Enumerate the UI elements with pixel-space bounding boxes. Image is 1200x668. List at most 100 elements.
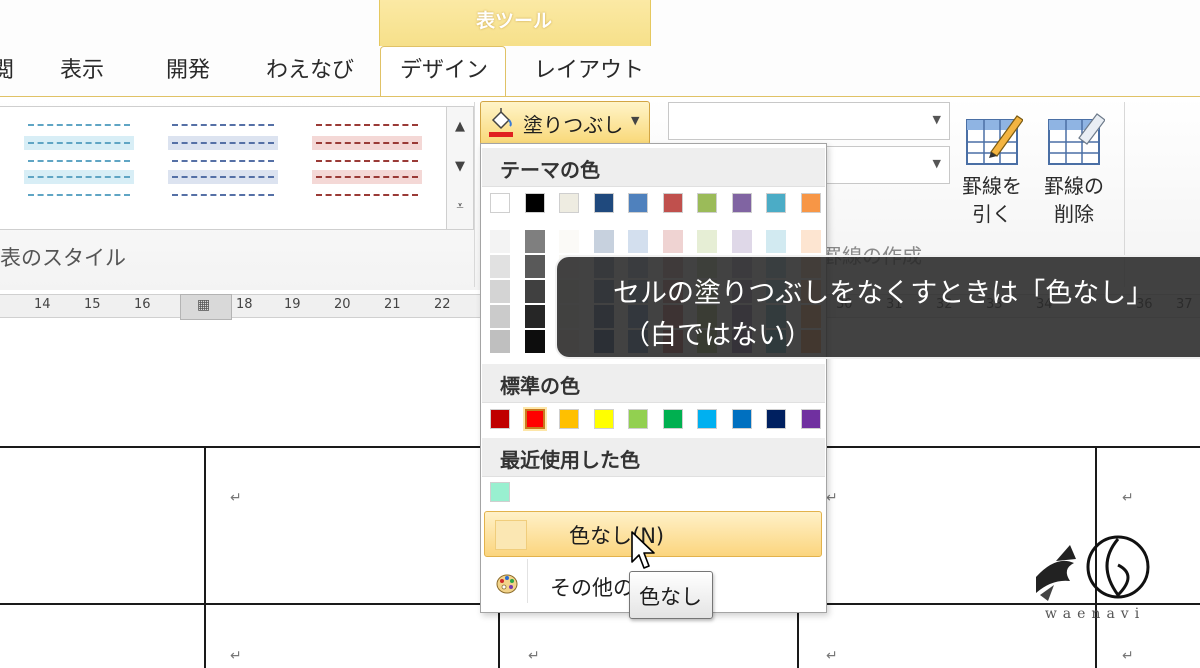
standard-color-swatch[interactable] bbox=[766, 409, 786, 429]
paragraph-mark-icon: ↵ bbox=[230, 648, 242, 664]
gallery-scroll-column: ▲ ▼ ⩡ bbox=[446, 106, 474, 230]
theme-color-shade-swatch[interactable] bbox=[662, 230, 683, 253]
eraser-icon bbox=[1048, 113, 1106, 165]
theme-color-shade-swatch[interactable] bbox=[490, 330, 510, 353]
tab-design[interactable]: デザイン bbox=[400, 54, 488, 88]
gallery-scroll-down-icon[interactable]: ▼ bbox=[447, 147, 473, 187]
theme-color-shade-swatch[interactable] bbox=[524, 280, 545, 303]
table-style-thumbnail-blue[interactable] bbox=[24, 120, 134, 206]
theme-color-swatch[interactable] bbox=[800, 193, 821, 213]
theme-color-shade-swatch[interactable] bbox=[593, 230, 614, 253]
theme-color-swatch[interactable] bbox=[559, 193, 579, 213]
table-border-line bbox=[204, 446, 206, 668]
tab-layout[interactable]: レイアウト bbox=[534, 54, 644, 88]
table-style-thumbnail-red[interactable] bbox=[312, 120, 422, 206]
theme-color-shade-swatch[interactable] bbox=[524, 305, 545, 328]
theme-color-swatch[interactable] bbox=[490, 193, 510, 213]
table-style-thumbnail-navy[interactable] bbox=[168, 120, 278, 206]
standard-color-swatch[interactable] bbox=[800, 409, 821, 429]
ruler-tick: 15 bbox=[84, 297, 101, 312]
erase-borders-button[interactable]: 罫線の 削除 bbox=[1038, 108, 1110, 228]
pen-style-combo[interactable]: ▼ bbox=[668, 102, 950, 140]
chevron-down-icon: ▼ bbox=[631, 114, 640, 127]
standard-color-swatch[interactable] bbox=[559, 409, 579, 429]
theme-color-swatch[interactable] bbox=[593, 193, 614, 213]
theme-color-shade-swatch[interactable] bbox=[559, 230, 579, 253]
ruler-tick: 18 bbox=[236, 297, 253, 312]
tab-developer[interactable]: 開発 bbox=[166, 54, 210, 88]
theme-color-shade-swatch[interactable] bbox=[524, 330, 545, 353]
subtitle-line-2: （白ではない） bbox=[623, 320, 812, 351]
palette-icon bbox=[496, 574, 518, 594]
theme-color-swatch[interactable] bbox=[731, 193, 752, 213]
theme-color-shade-swatch[interactable] bbox=[628, 230, 648, 253]
theme-color-shade-swatch[interactable] bbox=[731, 230, 752, 253]
paint-bucket-icon bbox=[489, 108, 513, 137]
theme-color-swatch[interactable] bbox=[524, 193, 545, 213]
tooltip-text: 色なし bbox=[639, 585, 702, 609]
ruler-tick: 19 bbox=[284, 297, 301, 312]
standard-color-swatch[interactable] bbox=[731, 409, 752, 429]
ruler-tick: 16 bbox=[134, 297, 151, 312]
theme-color-shade-swatch[interactable] bbox=[697, 230, 717, 253]
tab-view[interactable]: 表示 bbox=[60, 54, 104, 88]
standard-color-swatch[interactable] bbox=[490, 409, 510, 429]
recent-color-swatch[interactable] bbox=[490, 482, 510, 502]
ruler-tick: 22 bbox=[434, 297, 451, 312]
subtitle-caption: セルの塗りつぶしをなくすときは「色なし」 （白ではない） bbox=[555, 255, 1200, 359]
gallery-scroll-up-icon[interactable]: ▲ bbox=[447, 107, 473, 147]
standard-color-swatch[interactable] bbox=[593, 409, 614, 429]
theme-color-shade-swatch[interactable] bbox=[490, 230, 510, 253]
tooltip: 色なし bbox=[629, 571, 713, 619]
erase-borders-label-1: 罫線の bbox=[1044, 174, 1104, 198]
standard-color-swatch[interactable] bbox=[628, 409, 648, 429]
draw-table-pencil-icon bbox=[966, 115, 1024, 165]
theme-color-swatch[interactable] bbox=[628, 193, 648, 213]
styles-group-label: 表のスタイル bbox=[0, 246, 126, 270]
shading-button-label: 塗りつぶし bbox=[523, 113, 624, 137]
no-color-swatch bbox=[495, 520, 527, 550]
paragraph-mark-icon: ↵ bbox=[826, 648, 838, 664]
gallery-more-icon[interactable]: ⩡ bbox=[447, 187, 473, 227]
subtitle-line-1: セルの塗りつぶしをなくすときは「色なし」 bbox=[613, 278, 1154, 309]
pen-weight-combo[interactable]: ▼ bbox=[826, 146, 950, 184]
standard-colors-header: 標準の色 bbox=[482, 364, 825, 403]
draw-borders-label-2: 引く bbox=[972, 202, 1012, 226]
context-tab-group-label: 表ツール bbox=[475, 10, 552, 32]
standard-color-swatch[interactable] bbox=[524, 409, 545, 429]
ruler-column-marker[interactable]: ▦ bbox=[180, 294, 232, 320]
theme-color-shade-swatch[interactable] bbox=[524, 255, 545, 278]
chevron-down-icon: ▼ bbox=[932, 157, 941, 170]
theme-color-shade-swatch[interactable] bbox=[800, 230, 821, 253]
group-separator bbox=[474, 102, 475, 287]
standard-color-swatch[interactable] bbox=[662, 409, 683, 429]
shading-button[interactable]: 塗りつぶし ▼ bbox=[480, 101, 650, 145]
waenavi-logo-text: waenavi bbox=[1044, 606, 1146, 622]
theme-color-shade-swatch[interactable] bbox=[490, 305, 510, 328]
theme-color-shade-swatch[interactable] bbox=[490, 280, 510, 303]
standard-color-swatch[interactable] bbox=[697, 409, 717, 429]
theme-color-shade-swatch[interactable] bbox=[490, 255, 510, 278]
column-marker-icon: ▦ bbox=[197, 297, 211, 313]
theme-color-shade-swatch[interactable] bbox=[524, 230, 545, 253]
theme-color-swatch[interactable] bbox=[766, 193, 786, 213]
paragraph-mark-icon: ↵ bbox=[1122, 490, 1134, 506]
tab-waenavi[interactable]: わえなび bbox=[266, 54, 354, 88]
tab-review[interactable]: 閲 bbox=[0, 54, 14, 88]
erase-borders-label-2: 削除 bbox=[1054, 202, 1094, 226]
ruler-tick: 21 bbox=[384, 297, 401, 312]
theme-color-swatch[interactable] bbox=[697, 193, 717, 213]
ruler-tick: 20 bbox=[334, 297, 351, 312]
theme-colors-header: テーマの色 bbox=[482, 148, 825, 187]
recent-colors-header: 最近使用した色 bbox=[482, 438, 825, 477]
mouse-cursor-icon bbox=[631, 531, 655, 569]
theme-color-shade-swatch[interactable] bbox=[766, 230, 786, 253]
paragraph-mark-icon: ↵ bbox=[826, 490, 838, 506]
theme-color-swatch[interactable] bbox=[662, 193, 683, 213]
draw-borders-button[interactable]: 罫線を 引く bbox=[956, 108, 1028, 228]
paragraph-mark-icon: ↵ bbox=[230, 490, 242, 506]
paragraph-mark-icon: ↵ bbox=[528, 648, 540, 664]
chevron-down-icon: ▼ bbox=[932, 113, 941, 126]
draw-borders-label-1: 罫線を bbox=[962, 174, 1022, 198]
paragraph-mark-icon: ↵ bbox=[1122, 648, 1134, 664]
